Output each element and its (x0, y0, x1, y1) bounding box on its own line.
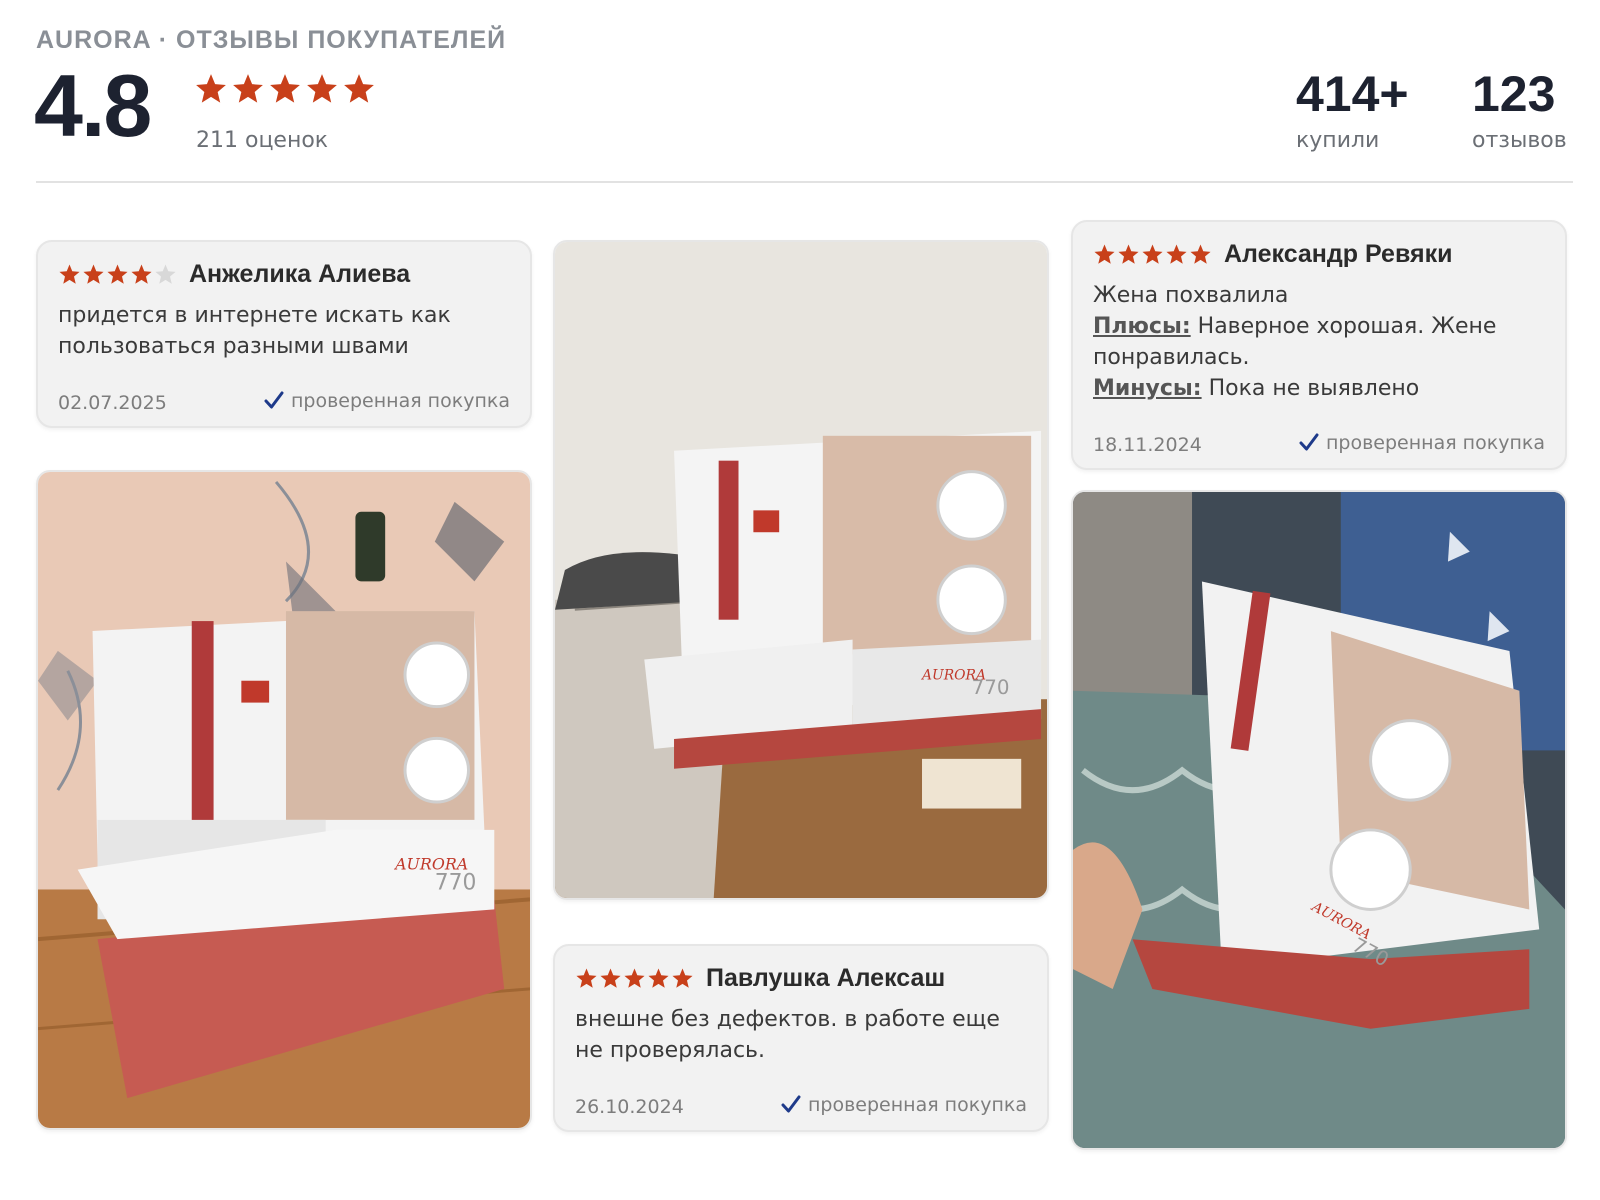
verified-label: проверенная покупка (1325, 432, 1545, 454)
review-card[interactable]: Александр Ревяки Жена похвалила Плюсы: Н… (1071, 220, 1567, 470)
average-rating-stars (194, 72, 376, 106)
review-date: 02.07.2025 (58, 392, 167, 414)
reviews-label: отзывов (1472, 128, 1567, 153)
review-stars (1093, 243, 1212, 266)
review-card[interactable]: Павлушка Алексаш внешне без дефектов. в … (553, 944, 1049, 1132)
star-icon (599, 967, 622, 990)
review-cons: Минусы: Пока не выявлено (1093, 373, 1547, 404)
review-photo[interactable]: AURORA 770 (36, 470, 532, 1130)
review-card[interactable]: Анжелика Алиева придется в интернете иск… (36, 240, 532, 428)
star-icon (106, 263, 129, 286)
star-icon (231, 72, 265, 106)
review-photo[interactable]: AURORA 770 (553, 240, 1049, 900)
average-rating: 4.8 (34, 56, 152, 155)
bought-stat: 414+ купили (1296, 64, 1409, 153)
star-icon (305, 72, 339, 106)
star-icon (154, 263, 177, 286)
review-text: внешне без дефектов. в работе еще не про… (575, 1007, 1000, 1063)
reviews-stat[interactable]: 123 отзывов (1472, 64, 1567, 153)
bought-label: купили (1296, 128, 1380, 153)
check-icon (780, 1094, 802, 1116)
verified-label: проверенная покупка (290, 390, 510, 412)
review-date: 18.11.2024 (1093, 434, 1202, 456)
review-photo[interactable]: AURORA 770 (1071, 490, 1567, 1150)
verified-purchase: проверенная покупка (263, 390, 510, 412)
machine-model-label: 770 (435, 870, 477, 895)
pros-label: Плюсы: (1093, 314, 1191, 339)
star-icon (647, 967, 670, 990)
machine-model-label: 770 (972, 676, 1010, 699)
review-author[interactable]: Анжелика Алиева (189, 260, 410, 289)
star-icon (1093, 243, 1116, 266)
star-icon (342, 72, 376, 106)
star-icon (671, 967, 694, 990)
star-icon (82, 263, 105, 286)
review-stars (575, 967, 694, 990)
star-icon (58, 263, 81, 286)
rating-count[interactable]: 211 оценок (196, 128, 328, 153)
star-icon (268, 72, 302, 106)
review-date: 26.10.2024 (575, 1096, 684, 1118)
verified-purchase: проверенная покупка (1298, 432, 1545, 454)
check-icon (263, 390, 285, 412)
star-icon (575, 967, 598, 990)
review-author[interactable]: Павлушка Алексаш (706, 964, 945, 993)
star-icon (623, 967, 646, 990)
verified-purchase: проверенная покупка (780, 1094, 1027, 1116)
star-icon (1165, 243, 1188, 266)
review-text: Жена похвалила (1093, 283, 1289, 308)
review-pros: Плюсы: Наверное хорошая. Жене понравилас… (1093, 311, 1547, 373)
bought-count: 414+ (1296, 66, 1409, 122)
review-text: придется в интернете искать как пользова… (58, 303, 451, 359)
review-body: Жена похвалила Плюсы: Наверное хорошая. … (1093, 280, 1547, 404)
star-icon (130, 263, 153, 286)
review-stars (58, 263, 177, 286)
reviews-count: 123 (1472, 66, 1556, 122)
star-icon (1189, 243, 1212, 266)
header-divider (36, 181, 1573, 183)
cons-text: Пока не выявлено (1208, 376, 1420, 401)
brand-heading: AURORA · ОТЗЫВЫ ПОКУПАТЕЛЕЙ (36, 26, 507, 54)
check-icon (1298, 432, 1320, 454)
cons-label: Минусы: (1093, 376, 1202, 401)
star-icon (1141, 243, 1164, 266)
review-author[interactable]: Александр Ревяки (1224, 240, 1452, 269)
verified-label: проверенная покупка (807, 1094, 1027, 1116)
star-icon (194, 72, 228, 106)
star-icon (1117, 243, 1140, 266)
